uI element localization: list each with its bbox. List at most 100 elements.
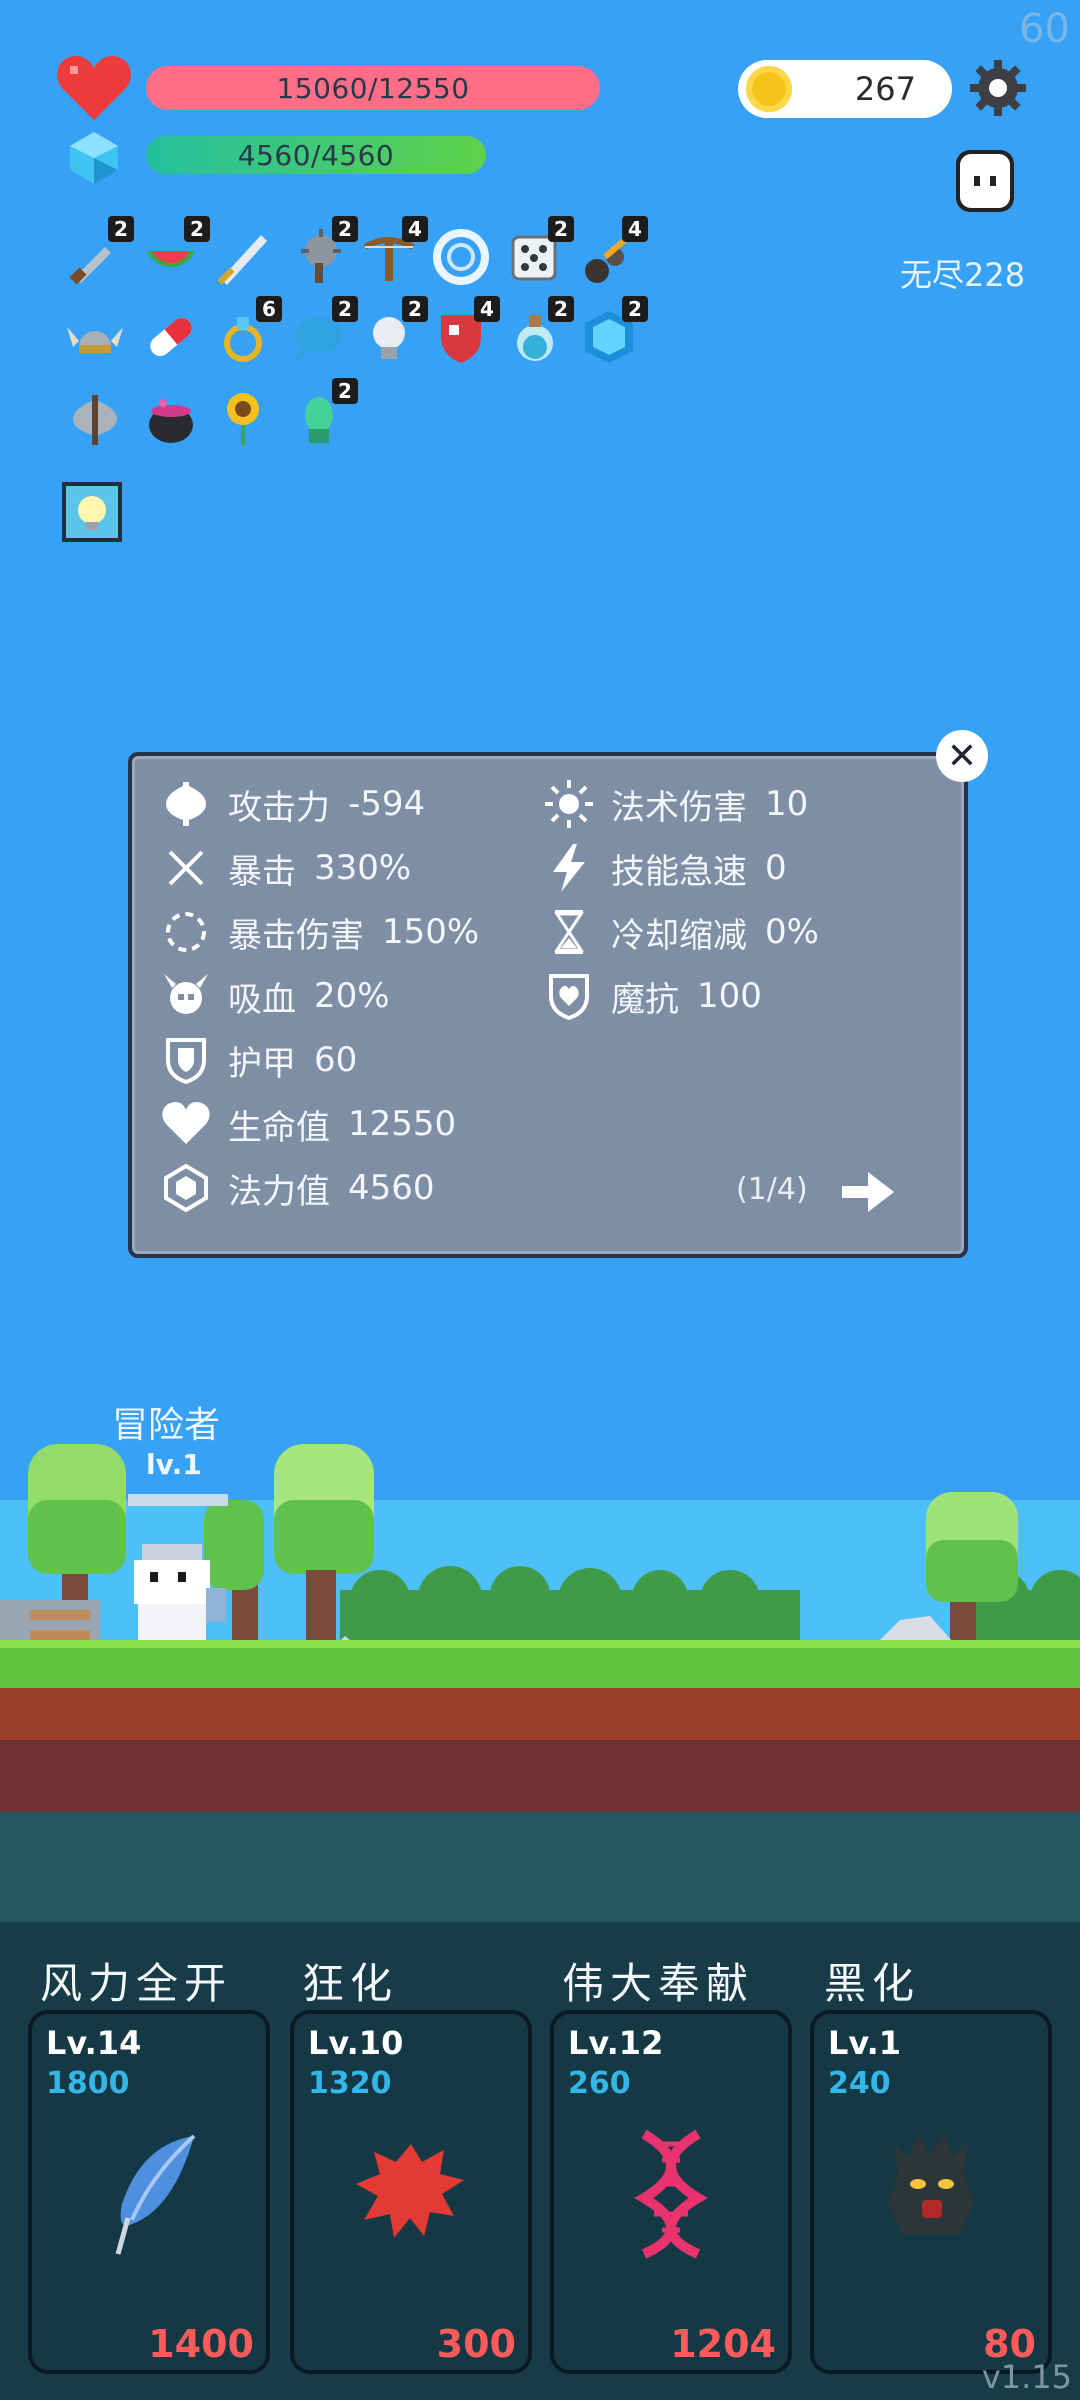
skill-level: Lv.14	[46, 2024, 142, 2062]
skill-card-devotion[interactable]: Lv.12 260 1204	[550, 2010, 792, 2374]
skill-title: 伟大奉献	[562, 1959, 755, 2008]
item-ring[interactable]: 6	[210, 296, 282, 370]
dirt-deep-layer	[0, 1740, 1080, 1812]
sword-icon	[217, 235, 267, 285]
item-dice[interactable]: 2	[502, 216, 574, 290]
item-count-badge: 2	[332, 296, 358, 322]
crit-cross-icon	[160, 842, 212, 894]
item-count-badge: 2	[108, 216, 134, 242]
dark-tree-icon	[888, 2132, 974, 2234]
item-count-badge: 2	[402, 296, 428, 322]
ghost-icon[interactable]	[948, 146, 1022, 220]
item-count-badge: 2	[548, 216, 574, 242]
item-count-badge: 2	[332, 378, 358, 404]
item-sword[interactable]	[210, 224, 276, 290]
stat-cooldown-reduction: 冷却缩减 0%	[543, 904, 819, 960]
stat-ability-haste: 技能急速 0	[543, 840, 819, 896]
skill-cost: 1800	[46, 2066, 130, 2101]
item-crossbow[interactable]: 4	[356, 216, 428, 290]
version-label: v1.15	[981, 2358, 1072, 2396]
sunflower-icon	[227, 393, 259, 445]
item-dagger[interactable]: 2	[62, 216, 134, 290]
skill-card-wind[interactable]: Lv.14 1800 1400	[28, 2010, 270, 2374]
skill-title: 狂化	[302, 1959, 399, 2008]
item-count-badge: 2	[622, 296, 648, 322]
item-shield[interactable]: 4	[428, 296, 500, 370]
lightning-icon	[543, 842, 595, 894]
coin-icon	[746, 66, 792, 112]
cauldron-icon	[149, 399, 193, 443]
skill-level: Lv.10	[308, 2024, 404, 2062]
grass-ground	[0, 1648, 1080, 1688]
skill-level: Lv.12	[568, 2024, 664, 2062]
skill-cost: 240	[828, 2066, 891, 2101]
item-pill[interactable]	[138, 304, 204, 370]
sun-icon	[543, 778, 595, 830]
item-spiked-club[interactable]: 2	[286, 216, 358, 290]
stat-magic-resist: 魔抗 100	[543, 968, 819, 1024]
water-layer	[0, 1812, 1080, 1922]
stat-spell-damage: 法术伤害 10	[543, 776, 819, 832]
stat-health: 生命值 12550	[160, 1096, 479, 1152]
stat-crit: 暴击 330%	[160, 840, 479, 896]
item-cauldron[interactable]	[138, 386, 204, 452]
glowing-bulb-tile-icon	[62, 482, 122, 542]
item-count-badge: 4	[402, 216, 428, 242]
mana-crystal-icon	[160, 1162, 212, 1214]
stats-left-column: 攻击力 -594 暴击 330% 暴击伤害 150% 吸血 20% 护甲 60 …	[160, 776, 479, 1216]
item-glowing-bulb-tile[interactable]	[62, 482, 122, 542]
stats-right-column: 法术伤害 10 技能急速 0 冷却缩减 0% 魔抗 100	[543, 776, 819, 1024]
item-count-badge: 4	[622, 216, 648, 242]
skill-card-darken[interactable]: Lv.1 240 80	[810, 2010, 1052, 2374]
character-name: 冒险者	[112, 1405, 221, 1446]
item-potion[interactable]: 2	[502, 296, 574, 370]
item-blue-gem[interactable]: 2	[576, 296, 648, 370]
character-level: lv.1	[146, 1448, 202, 1481]
feather-icon	[115, 2134, 196, 2255]
item-green-spirit[interactable]: 2	[286, 378, 358, 452]
item-battle-axe[interactable]	[62, 386, 128, 452]
item-count-badge: 4	[474, 296, 500, 322]
armor-shield-icon	[160, 1034, 212, 1086]
item-sunflower[interactable]	[210, 386, 276, 452]
close-button[interactable]: ✕	[936, 730, 988, 782]
heart-shield-icon	[543, 970, 595, 1022]
item-viking-helmet[interactable]	[62, 304, 128, 370]
skill-value: 300	[436, 2322, 516, 2366]
stat-attack: 攻击力 -594	[160, 776, 479, 832]
horned-skull-icon	[160, 970, 212, 1022]
endless-mode-label[interactable]: 无尽228	[900, 250, 1025, 296]
skill-level: Lv.1	[828, 2024, 902, 2062]
viking-helmet-icon	[67, 327, 123, 353]
dna-icon	[634, 2129, 708, 2259]
pill-icon	[150, 318, 192, 356]
skill-title: 风力全开	[40, 1959, 233, 2008]
item-count-badge: 2	[332, 216, 358, 242]
coin-counter: 267	[738, 60, 952, 118]
skill-cost: 1320	[308, 2066, 392, 2101]
item-watermelon[interactable]: 2	[138, 216, 210, 290]
stat-crit-damage: 暴击伤害 150%	[160, 904, 479, 960]
skill-card-berserk[interactable]: Lv.10 1320 300	[290, 2010, 532, 2374]
item-speech-bubble[interactable]: 2	[286, 296, 358, 370]
skill-cost: 260	[568, 2066, 631, 2101]
stat-armor: 护甲 60	[160, 1032, 479, 1088]
mana-bar: 4560/4560	[146, 136, 486, 174]
item-count-badge: 2	[184, 216, 210, 242]
crit-ring-icon	[160, 906, 212, 958]
mana-text: 4560/4560	[237, 138, 395, 172]
item-lightbulb[interactable]: 2	[356, 296, 428, 370]
gear-icon[interactable]	[968, 58, 1028, 118]
battle-axe-icon	[73, 395, 117, 445]
skill-value: 1204	[670, 2322, 776, 2366]
axe-icon	[160, 778, 212, 830]
skill-title: 黑化	[824, 1959, 921, 2008]
heart-icon	[57, 56, 131, 120]
item-meteor[interactable]: 4	[576, 216, 648, 290]
target-ring-icon	[433, 229, 489, 285]
health-bar: 15060/12550	[146, 66, 600, 110]
skill-value: 1400	[148, 2322, 254, 2366]
page-indicator: (1/4)	[736, 1172, 808, 1207]
item-target-ring[interactable]	[428, 224, 494, 290]
next-page-arrow-icon[interactable]	[838, 1166, 898, 1218]
